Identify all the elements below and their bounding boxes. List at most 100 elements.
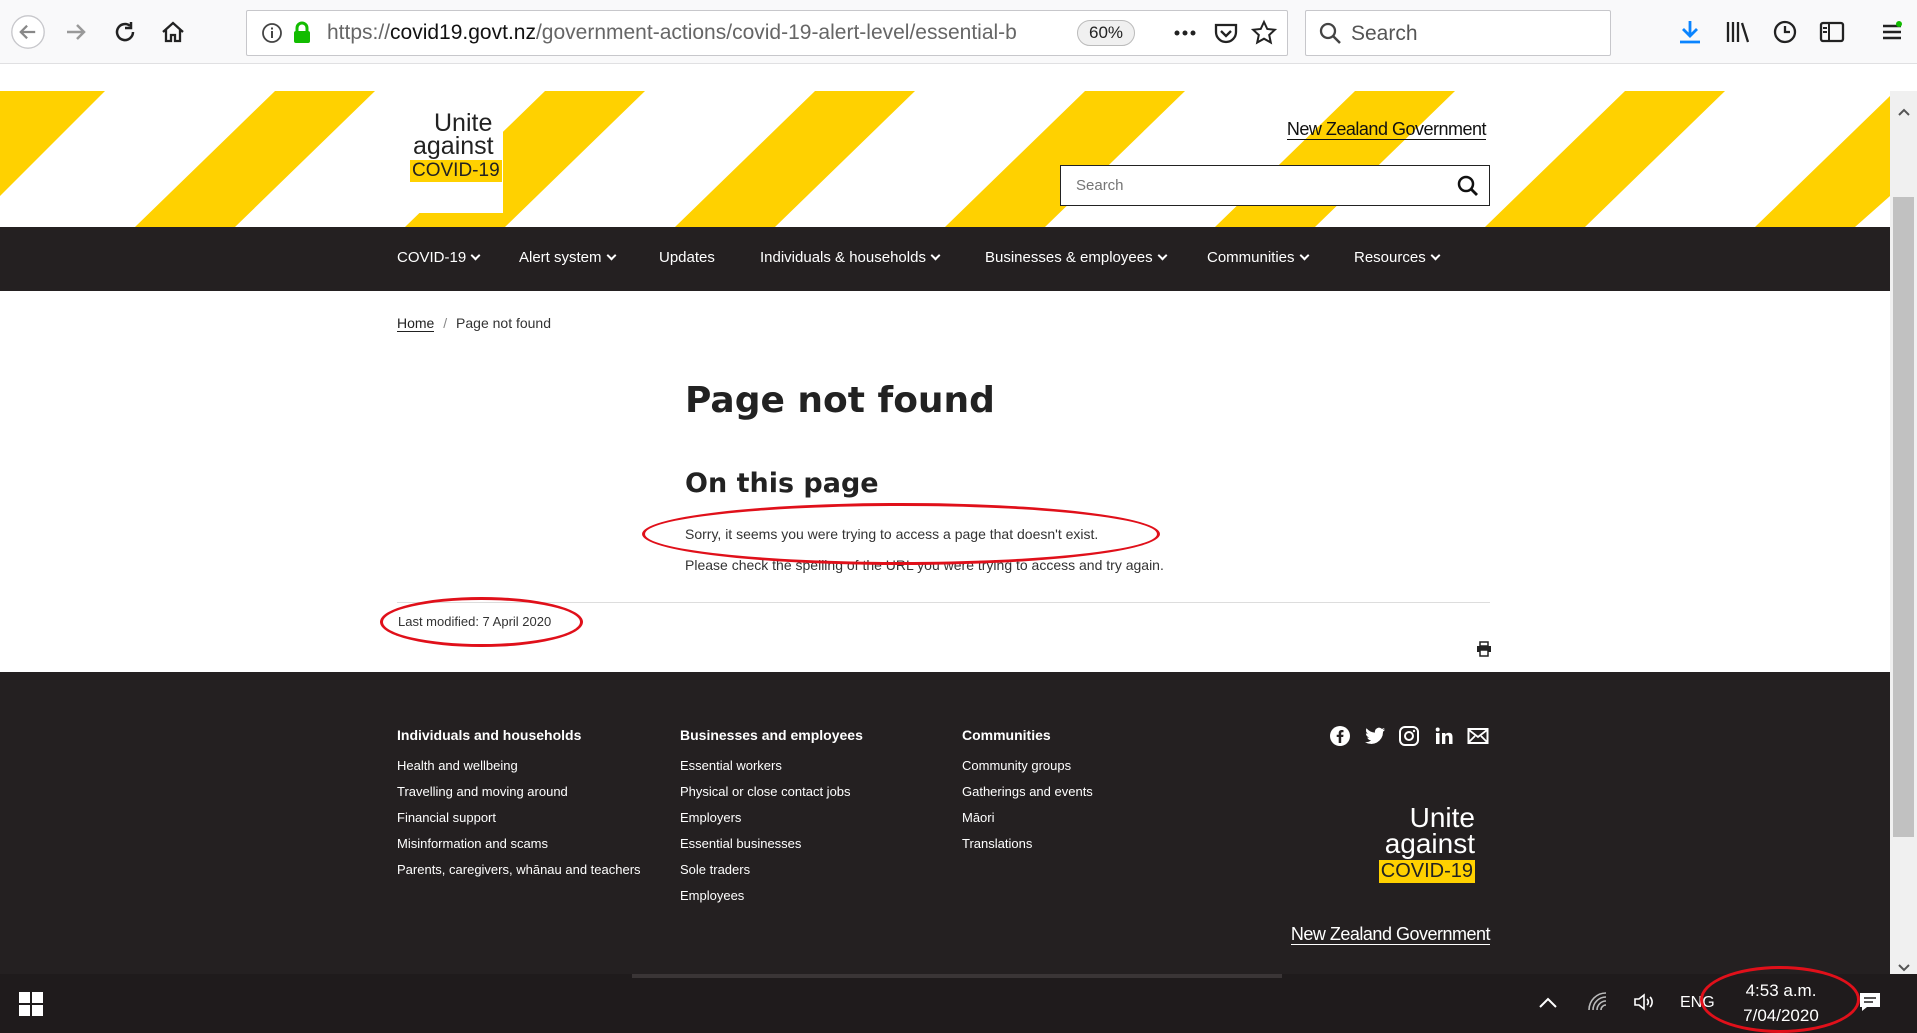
nav-item-resources[interactable]: Resources [1354,249,1441,266]
site-header: Unite against COVID-19 New Zealand Gover… [0,91,1890,227]
search-icon[interactable] [1456,174,1480,202]
section-title: On this page [685,468,879,499]
sidebar-icon[interactable] [1814,14,1850,50]
nav-item-updates[interactable]: Updates [659,249,715,266]
history-icon[interactable] [1767,14,1803,50]
footer-link[interactable]: Financial support [397,810,496,825]
footer-heading-communities: Communities [962,727,1051,743]
footer-logo-against: against [1384,828,1475,859]
breadcrumb-separator: / [443,315,448,331]
nav-item-covid19[interactable]: COVID-19 [397,249,481,266]
scrollbar-thumb[interactable] [1893,197,1914,837]
page-actions-icon[interactable] [1172,21,1198,49]
chevron-down-icon [930,250,941,261]
back-icon[interactable] [10,14,46,50]
url-text[interactable]: https://covid19.govt.nz/government-actio… [327,21,1017,45]
action-center-icon[interactable] [1858,990,1882,1018]
lock-icon[interactable] [291,21,313,49]
chevron-down-icon [1157,250,1168,261]
chevron-down-icon [1430,250,1441,261]
scroll-up-icon[interactable] [1898,101,1910,120]
page-title: Page not found [685,380,995,421]
footer-link[interactable]: Community groups [962,758,1071,773]
zoom-level-badge[interactable]: 60% [1077,20,1135,46]
windows-taskbar: ENG 4:53 a.m. 7/04/2020 [0,974,1917,1033]
footer-heading-individuals: Individuals and households [397,727,582,743]
breadcrumb: Home / Page not found [397,315,552,332]
footer-link[interactable]: Essential workers [680,758,782,773]
breadcrumb-current: Page not found [456,315,552,331]
site-search-input[interactable] [1061,166,1441,205]
clock-date[interactable]: 7/04/2020 [1738,1006,1824,1026]
nav-item-communities[interactable]: Communities [1207,249,1309,266]
logo-line-against: against [413,132,494,160]
email-icon[interactable] [1466,724,1490,748]
footer-link[interactable]: Physical or close contact jobs [680,784,851,799]
footer-link[interactable]: Health and wellbeing [397,758,518,773]
clock-time[interactable]: 4:53 a.m. [1745,981,1817,1001]
library-icon[interactable] [1720,14,1756,50]
footer-link[interactable]: Travelling and moving around [397,784,568,799]
browser-toolbar: https://covid19.govt.nz/government-actio… [0,0,1917,64]
twitter-icon[interactable] [1363,724,1387,748]
page-scrollbar[interactable] [1890,91,1917,974]
url-path: /government-actions/covid-19-alert-level… [535,21,1017,44]
nav-label: Individuals & households [760,249,926,266]
url-bar[interactable]: https://covid19.govt.nz/government-actio… [246,10,1288,56]
footer-nz-government-brand[interactable]: New Zealand Government [1290,924,1491,945]
main-nav: COVID-19 Alert system Updates Individual… [0,227,1890,291]
footer-logo[interactable]: Unite against COVID-19 [1375,802,1495,902]
reload-icon[interactable] [107,14,143,50]
site-logo[interactable]: Unite against COVID-19 [398,109,503,213]
footer-link[interactable]: Sole traders [680,862,750,877]
help-message: Please check the spelling of the URL you… [685,557,1164,573]
nav-label: Alert system [519,249,602,266]
error-message: Sorry, it seems you were trying to acces… [685,526,1099,542]
nav-label: Businesses & employees [985,249,1153,266]
nav-item-alert-system[interactable]: Alert system [519,249,616,266]
chevron-down-icon [470,250,481,261]
logo-line-covid: COVID-19 [410,160,502,182]
nz-government-brand[interactable]: New Zealand Government [1286,119,1487,140]
content-divider [397,602,1490,603]
footer-link[interactable]: Essential businesses [680,836,801,851]
footer-link[interactable]: Parents, caregivers, whānau and teachers [397,862,641,877]
home-icon[interactable] [155,14,191,50]
nav-item-businesses-employees[interactable]: Businesses & employees [985,249,1168,266]
nav-label: Updates [659,249,715,266]
input-language[interactable]: ENG [1680,994,1715,1012]
info-icon[interactable] [261,22,283,48]
footer-link[interactable]: Misinformation and scams [397,836,548,851]
header-stripes [0,91,1890,227]
linkedin-icon[interactable] [1432,724,1456,748]
menu-icon[interactable] [1874,14,1910,50]
windows-start-icon[interactable] [0,974,62,1033]
site-search-box[interactable] [1060,165,1490,206]
nav-item-individuals-households[interactable]: Individuals & households [760,249,941,266]
facebook-icon[interactable] [1328,724,1352,748]
network-icon[interactable] [1586,990,1610,1018]
pocket-icon[interactable] [1213,20,1239,50]
show-hidden-icons-icon[interactable] [1538,994,1558,1013]
footer-link[interactable]: Employees [680,888,744,903]
taskbar-running-app [632,974,1282,978]
forward-icon[interactable] [58,14,94,50]
volume-icon[interactable] [1632,990,1656,1018]
print-icon[interactable] [1476,641,1492,661]
downloads-icon[interactable] [1672,14,1708,50]
instagram-icon[interactable] [1397,724,1421,748]
last-modified: Last modified: 7 April 2020 [398,614,552,629]
browser-search-placeholder: Search [1351,22,1418,45]
url-scheme: https:// [327,21,391,44]
footer-link[interactable]: Māori [962,810,995,825]
url-host: covid19.govt.nz [390,21,536,44]
footer-heading-businesses: Businesses and employees [680,727,863,743]
footer-link[interactable]: Gatherings and events [962,784,1093,799]
footer-link[interactable]: Employers [680,810,741,825]
chevron-down-icon [606,250,616,261]
breadcrumb-home-link[interactable]: Home [397,315,435,332]
footer-link[interactable]: Translations [962,836,1032,851]
browser-search-box[interactable]: Search [1305,10,1611,56]
bookmark-star-icon[interactable] [1250,19,1278,51]
site-footer: Individuals and households Health and we… [0,672,1890,974]
